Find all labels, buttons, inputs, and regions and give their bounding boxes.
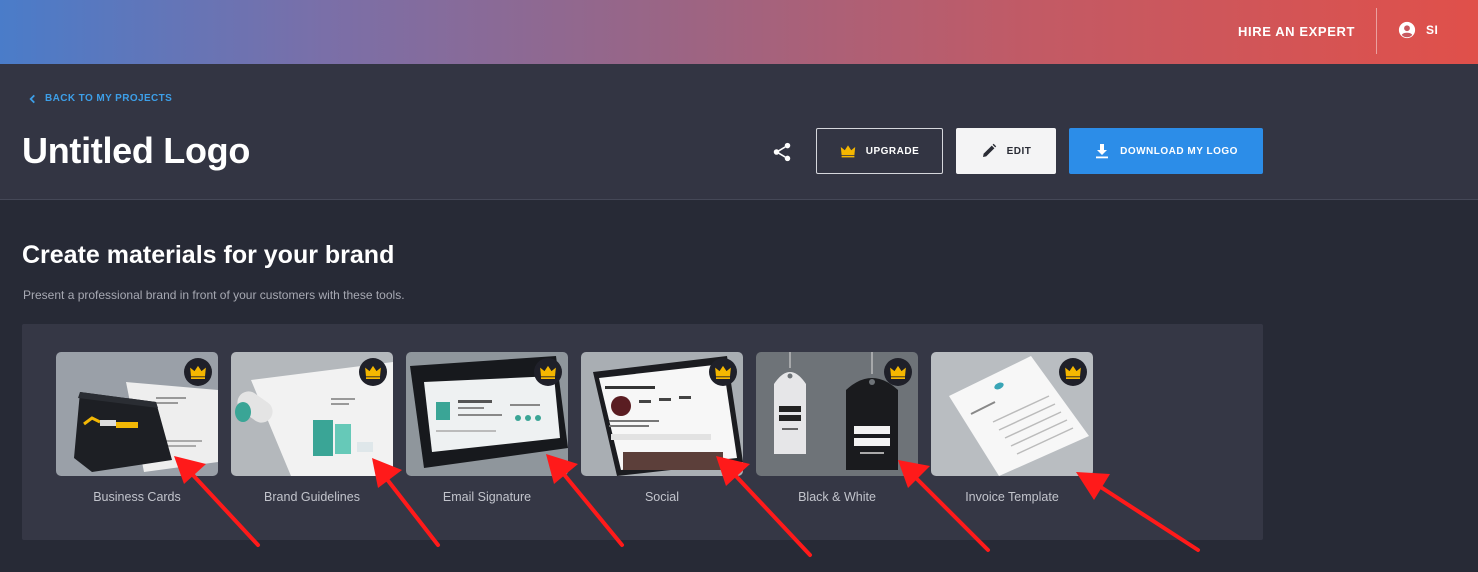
crown-icon bbox=[715, 365, 731, 379]
chevron-left-icon bbox=[29, 94, 35, 103]
premium-badge bbox=[1059, 358, 1087, 386]
tile-email-signature[interactable] bbox=[406, 352, 568, 476]
edit-button-label: EDIT bbox=[1006, 145, 1032, 157]
upgrade-button[interactable]: UPGRADE bbox=[816, 128, 943, 174]
back-link-label: BACK TO MY PROJECTS bbox=[45, 93, 173, 104]
crown-icon bbox=[890, 365, 906, 379]
tile-business-cards[interactable] bbox=[56, 352, 218, 476]
section-title: Create materials for your brand bbox=[22, 241, 395, 269]
premium-badge bbox=[534, 358, 562, 386]
share-icon[interactable] bbox=[771, 141, 793, 163]
premium-badge bbox=[184, 358, 212, 386]
tile-label: Invoice Template bbox=[965, 490, 1059, 504]
tile-label: Business Cards bbox=[93, 490, 181, 504]
premium-badge bbox=[884, 358, 912, 386]
tile-black-and-white[interactable] bbox=[756, 352, 918, 476]
crown-icon bbox=[190, 365, 206, 379]
pencil-icon bbox=[982, 143, 996, 157]
page-title: Untitled Logo bbox=[22, 130, 251, 171]
back-to-projects-link[interactable]: BACK TO MY PROJECTS bbox=[28, 93, 172, 104]
download-icon bbox=[1096, 144, 1109, 159]
tile-label: Black & White bbox=[798, 490, 876, 504]
tile-label: Brand Guidelines bbox=[264, 490, 360, 504]
top-bar: HIRE AN EXPERT SI bbox=[0, 0, 1478, 64]
premium-badge bbox=[359, 358, 387, 386]
tile-social[interactable] bbox=[581, 352, 743, 476]
edit-button[interactable]: EDIT bbox=[956, 128, 1056, 174]
user-circle-icon bbox=[1398, 21, 1416, 39]
crown-icon bbox=[840, 145, 855, 158]
section-subtitle: Present a professional brand in front of… bbox=[23, 288, 405, 302]
hire-an-expert-link[interactable]: HIRE AN EXPERT bbox=[1238, 24, 1355, 39]
crown-icon bbox=[365, 365, 381, 379]
user-menu[interactable]: SI bbox=[1398, 21, 1438, 39]
materials-panel: Business Cards Brand Guidelines Email Si… bbox=[22, 324, 1263, 540]
user-initials: SI bbox=[1426, 23, 1439, 37]
premium-badge bbox=[709, 358, 737, 386]
tile-brand-guidelines[interactable] bbox=[231, 352, 393, 476]
tile-label: Email Signature bbox=[442, 490, 532, 504]
upgrade-button-label: UPGRADE bbox=[865, 145, 920, 157]
top-bar-divider bbox=[1376, 8, 1377, 54]
download-button-label: DOWNLOAD MY LOGO bbox=[1120, 145, 1238, 157]
crown-icon bbox=[1065, 365, 1081, 379]
tile-invoice-template[interactable] bbox=[931, 352, 1093, 476]
crown-icon bbox=[540, 365, 556, 379]
tile-label: Social bbox=[644, 490, 680, 504]
download-my-logo-button[interactable]: DOWNLOAD MY LOGO bbox=[1069, 128, 1263, 174]
project-header: BACK TO MY PROJECTS Untitled Logo UPGRAD… bbox=[0, 64, 1478, 200]
